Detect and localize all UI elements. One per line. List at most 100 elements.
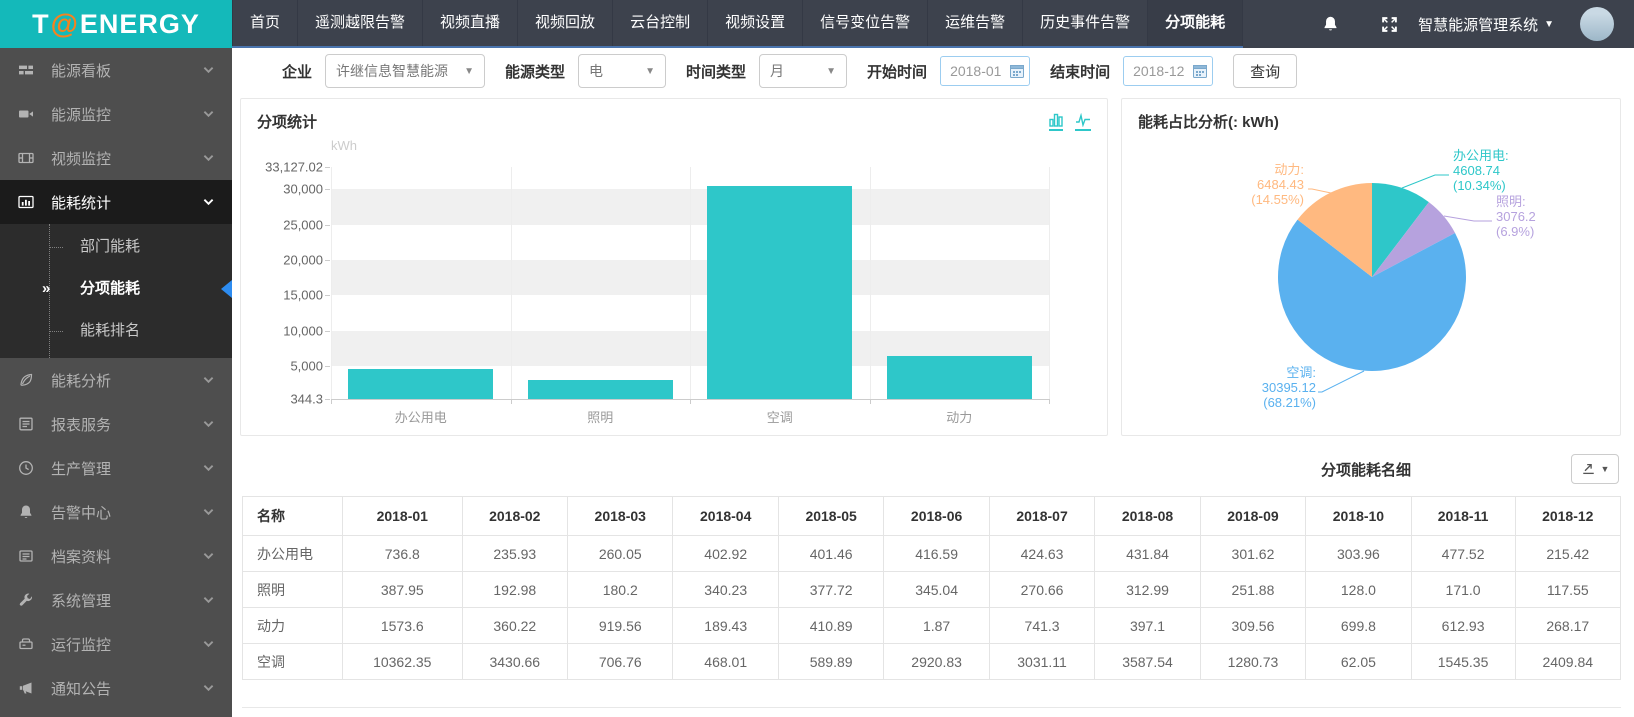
sidebar-item-3[interactable]: 能耗统计 <box>0 180 232 224</box>
sidebar-item-7[interactable]: 告警中心 <box>0 490 232 534</box>
table-cell: 919.56 <box>568 608 673 644</box>
table-cell: 706.76 <box>568 644 673 680</box>
sidebar-item-0[interactable]: 能源看板 <box>0 48 232 92</box>
table-cell: 309.56 <box>1200 608 1305 644</box>
table-cell: 741.3 <box>989 608 1094 644</box>
sidebar-item-9[interactable]: 系统管理 <box>0 578 232 622</box>
app-logo: T@ENERGY <box>0 0 232 48</box>
chevron-down-icon <box>203 640 214 648</box>
table-cell: 340.23 <box>673 572 778 608</box>
top-nav-item-1[interactable]: 遥测越限告警 <box>298 0 423 46</box>
table-header-cell: 2018-04 <box>673 497 778 536</box>
sidebar-item-5[interactable]: 报表服务 <box>0 402 232 446</box>
energy-type-label: 能源类型 <box>505 61 565 82</box>
sidebar-subitem-3-0[interactable]: 部门能耗 <box>0 226 232 268</box>
camera-icon <box>18 106 36 122</box>
sidebar-subitem-3-2[interactable]: 能耗排名 <box>0 310 232 352</box>
sidebar-item-8[interactable]: 档案资料 <box>0 534 232 578</box>
table-header-cell: 2018-07 <box>989 497 1094 536</box>
top-nav-item-4[interactable]: 云台控制 <box>613 0 708 46</box>
sidebar-item-2[interactable]: 视频监控 <box>0 136 232 180</box>
table-cell: 192.98 <box>462 572 567 608</box>
top-nav-item-3[interactable]: 视频回放 <box>518 0 613 46</box>
table-row: 动力1573.6360.22919.56189.43410.891.87741.… <box>243 608 1621 644</box>
chevron-down-icon: ▼ <box>645 66 655 77</box>
row-name-cell: 空调 <box>243 644 343 680</box>
bar-动力[interactable] <box>887 356 1032 399</box>
top-nav-item-7[interactable]: 运维告警 <box>928 0 1023 46</box>
pie-label-空调: 空调:30395.12(68.21%) <box>1262 365 1316 410</box>
top-nav-item-5[interactable]: 视频设置 <box>708 0 803 46</box>
y-axis-tick <box>325 189 330 190</box>
sidebar-submenu: 部门能耗 »分项能耗能耗排名 <box>0 224 232 358</box>
table-cell: 171.0 <box>1411 572 1515 608</box>
table-header-cell: 2018-05 <box>778 497 883 536</box>
pie-label-line <box>1402 175 1449 188</box>
sidebar-item-label: 能源监控 <box>51 104 203 125</box>
top-nav-item-0[interactable]: 首页 <box>232 0 298 46</box>
notification-bell-icon[interactable] <box>1322 15 1339 33</box>
y-axis-tick-label: 10,000 <box>247 323 323 338</box>
query-button[interactable]: 查询 <box>1233 54 1297 88</box>
bar-panel-header: 分项统计 <box>241 99 1107 132</box>
chevron-down-icon <box>203 596 214 604</box>
y-axis-tick-label: 5,000 <box>247 359 323 374</box>
top-nav-item-8[interactable]: 历史事件告警 <box>1023 0 1148 46</box>
bar-办公用电[interactable] <box>348 369 493 399</box>
sidebar-item-label: 通知公告 <box>51 678 203 699</box>
sidebar-item-11[interactable]: 通知公告 <box>0 666 232 710</box>
calendar-icon[interactable] <box>1193 64 1207 78</box>
table-title: 分项能耗名细 <box>1321 459 1411 480</box>
pie-label-照明: 照明:3076.2(6.9%) <box>1496 194 1536 239</box>
pie-label-line <box>1318 371 1364 392</box>
sidebar-subitem-label: 能耗排名 <box>80 322 140 339</box>
system-menu[interactable]: 智慧能源管理系统 ▼ <box>1418 14 1554 35</box>
y-axis-tick-label: 33,127.02 <box>247 160 323 175</box>
sidebar-subitem-label: 部门能耗 <box>80 238 140 255</box>
active-indicator-arrow <box>221 280 232 298</box>
leaf-icon <box>18 372 36 388</box>
sidebar-item-10[interactable]: 运行监控 <box>0 622 232 666</box>
energy-type-select[interactable]: 电▼ <box>578 54 666 88</box>
x-axis-tick <box>1049 399 1050 404</box>
table-cell: 416.59 <box>884 536 989 572</box>
x-axis-category-label: 办公用电 <box>331 407 511 426</box>
sidebar-item-6[interactable]: 生产管理 <box>0 446 232 490</box>
bar-panel-title: 分项统计 <box>257 111 317 132</box>
sidebar-item-4[interactable]: 能耗分析 <box>0 358 232 402</box>
bar-照明[interactable] <box>528 380 673 399</box>
fullscreen-icon[interactable] <box>1381 16 1398 33</box>
sidebar-subitem-3-1[interactable]: »分项能耗 <box>0 268 232 310</box>
top-nav-item-9[interactable]: 分项能耗 <box>1148 0 1243 46</box>
top-nav-item-2[interactable]: 视频直播 <box>423 0 518 46</box>
line-chart-toggle-icon[interactable] <box>1075 113 1091 131</box>
table-cell: 215.42 <box>1515 536 1620 572</box>
table-row: 办公用电736.8235.93260.05402.92401.46416.594… <box>243 536 1621 572</box>
row-name-cell: 照明 <box>243 572 343 608</box>
table-cell: 301.62 <box>1200 536 1305 572</box>
user-avatar[interactable] <box>1580 7 1614 41</box>
energy-type-filter: 能源类型 电▼ <box>505 54 666 88</box>
table-cell: 612.93 <box>1411 608 1515 644</box>
table-cell: 2920.83 <box>884 644 989 680</box>
table-cell: 377.72 <box>778 572 883 608</box>
table-footer-divider <box>242 707 1621 708</box>
bar-空调[interactable] <box>707 186 852 399</box>
calendar-icon[interactable] <box>1010 64 1024 78</box>
detail-table: 名称2018-012018-022018-032018-042018-05201… <box>242 496 1621 680</box>
table-cell: 401.46 <box>778 536 883 572</box>
bar-chart-toggle-icon[interactable] <box>1049 113 1063 131</box>
y-axis-tick-label: 20,000 <box>247 252 323 267</box>
sidebar-item-label: 告警中心 <box>51 502 203 523</box>
top-nav-item-6[interactable]: 信号变位告警 <box>803 0 928 46</box>
sidebar-item-1[interactable]: 能源监控 <box>0 92 232 136</box>
table-cell: 345.04 <box>884 572 989 608</box>
enterprise-select[interactable]: 许继信息智慧能源▼ <box>325 54 485 88</box>
table-row: 照明387.95192.98180.2340.23377.72345.04270… <box>243 572 1621 608</box>
y-axis-tick-label: 15,000 <box>247 288 323 303</box>
sidebar-item-label: 能耗分析 <box>51 370 203 391</box>
table-header-cell: 2018-03 <box>568 497 673 536</box>
time-type-select[interactable]: 月▼ <box>759 54 847 88</box>
export-button[interactable]: ▼ <box>1571 454 1619 484</box>
table-header-cell: 2018-06 <box>884 497 989 536</box>
